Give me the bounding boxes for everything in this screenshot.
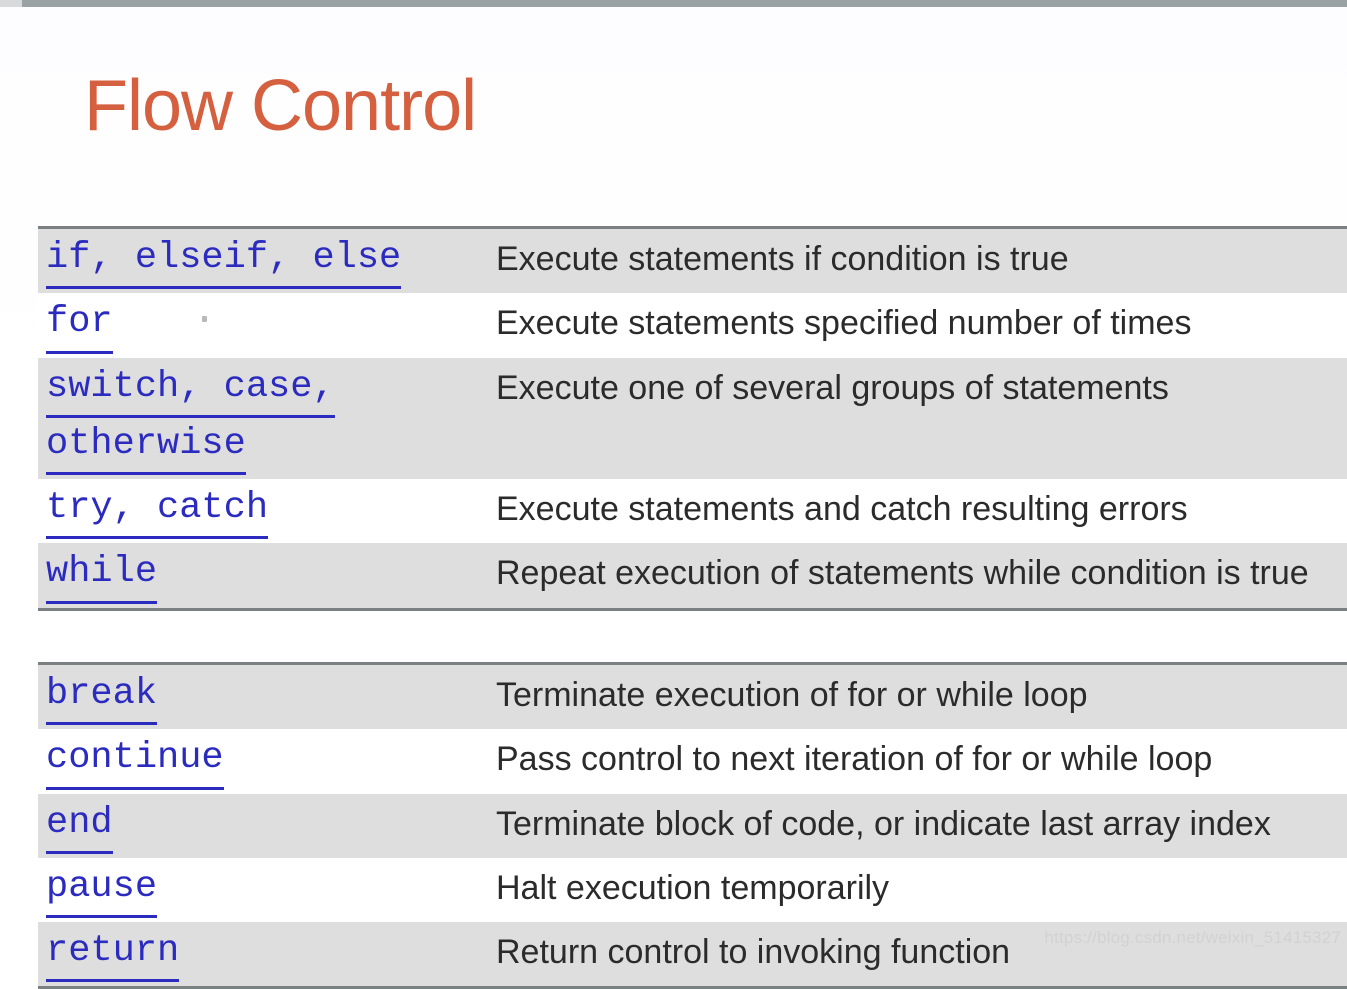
keyword-cell: end	[38, 794, 496, 858]
description-cell: Pass control to next iteration of for or…	[496, 729, 1347, 790]
scan-artifact-dot	[202, 316, 207, 322]
description-text: Terminate block of code, or indicate las…	[496, 804, 1271, 843]
description-text: Execute one of several groups of stateme…	[496, 368, 1169, 407]
page-title: Flow Control	[84, 66, 477, 146]
description-text: Execute statements and catch resulting e…	[496, 490, 1188, 529]
keyword-link[interactable]: pause	[46, 861, 496, 919]
table-row: while Repeat execution of statements whil…	[38, 543, 1347, 608]
keyword-link-line: while	[46, 546, 158, 604]
description-cell: Terminate execution of for or while loop	[496, 665, 1347, 726]
keyword-cell: while	[38, 543, 496, 607]
keyword-link-line: end	[46, 797, 113, 854]
flow-control-statements-table: if, elseif, else Execute statements if co…	[38, 226, 1347, 611]
keyword-link-line: for	[46, 296, 113, 354]
keyword-link-line: switch, case,	[46, 361, 335, 418]
keyword-link[interactable]: for	[46, 296, 496, 354]
keyword-cell: return	[38, 922, 496, 986]
description-text: Execute statements if condition is true	[496, 240, 1069, 278]
keyword-link[interactable]: break	[46, 668, 496, 726]
table-row: end Terminate block of code, or indicate …	[38, 793, 1347, 858]
table-row: for Execute statements specified number o…	[38, 293, 1347, 358]
description-cell: Execute one of several groups of stateme…	[496, 358, 1347, 419]
keyword-link[interactable]: try, catch	[46, 482, 496, 540]
keyword-link[interactable]: return	[46, 925, 496, 983]
keyword-cell: try, catch	[38, 479, 496, 543]
description-cell: Execute statements specified number of t…	[496, 293, 1347, 354]
description-cell: Halt execution temporarily	[496, 858, 1347, 919]
table-row: switch, case, otherwise Execute one of sev…	[38, 357, 1347, 480]
keyword-link[interactable]: while	[46, 546, 496, 604]
keyword-cell: switch, case, otherwise	[38, 358, 496, 480]
watermark: https://blog.csdn.net/weixin_51415327	[1044, 928, 1341, 947]
keyword-link-line: return	[46, 925, 180, 983]
description-text: Halt execution temporarily	[496, 868, 890, 907]
description-cell: Terminate block of code, or indicate las…	[496, 794, 1347, 855]
description-text: Repeat execution of statements while con…	[496, 554, 1309, 593]
window-top-bar-notch	[0, 0, 22, 7]
keyword-cell: continue	[38, 729, 496, 793]
table-row: if, elseif, else Execute statements if co…	[38, 229, 1347, 294]
keyword-cell: pause	[38, 858, 496, 922]
keyword-link[interactable]: switch, case, otherwise	[46, 361, 496, 476]
keyword-link-line: try, catch	[46, 482, 269, 540]
keyword-cell: if, elseif, else	[38, 229, 496, 293]
keyword-link-line: break	[46, 668, 158, 726]
description-cell: Execute statements and catch resulting e…	[496, 479, 1347, 540]
keyword-link-line: otherwise	[46, 418, 246, 476]
table-row: break Terminate execution of for or while…	[38, 665, 1347, 730]
description-text: Pass control to next iteration of for or…	[496, 740, 1213, 779]
window-top-bar	[0, 0, 1347, 7]
keyword-link[interactable]: continue	[46, 732, 496, 790]
table-row: pause Halt execution temporarily	[38, 857, 1347, 923]
keyword-cell: for	[38, 293, 496, 357]
keyword-cell: break	[38, 665, 496, 729]
keyword-link-line: continue	[46, 732, 224, 790]
description-text: Execute statements specified number of t…	[496, 304, 1192, 343]
keyword-link-line: pause	[46, 861, 158, 919]
description-text: Terminate execution of for or while loop	[496, 676, 1088, 714]
description-cell: Execute statements if condition is true	[496, 229, 1347, 290]
table-row: continue Pass control to next iteration o…	[38, 729, 1347, 794]
description-cell: Repeat execution of statements while con…	[496, 543, 1347, 604]
keyword-link-line: if, elseif, else	[46, 232, 402, 290]
keyword-link[interactable]: end	[46, 797, 496, 854]
keyword-link[interactable]: if, elseif, else	[46, 232, 496, 290]
table-row: try, catch Execute statements and catch r…	[38, 479, 1347, 544]
slide-canvas: Flow Control if, elseif, else Execute sta…	[0, 7, 1347, 989]
